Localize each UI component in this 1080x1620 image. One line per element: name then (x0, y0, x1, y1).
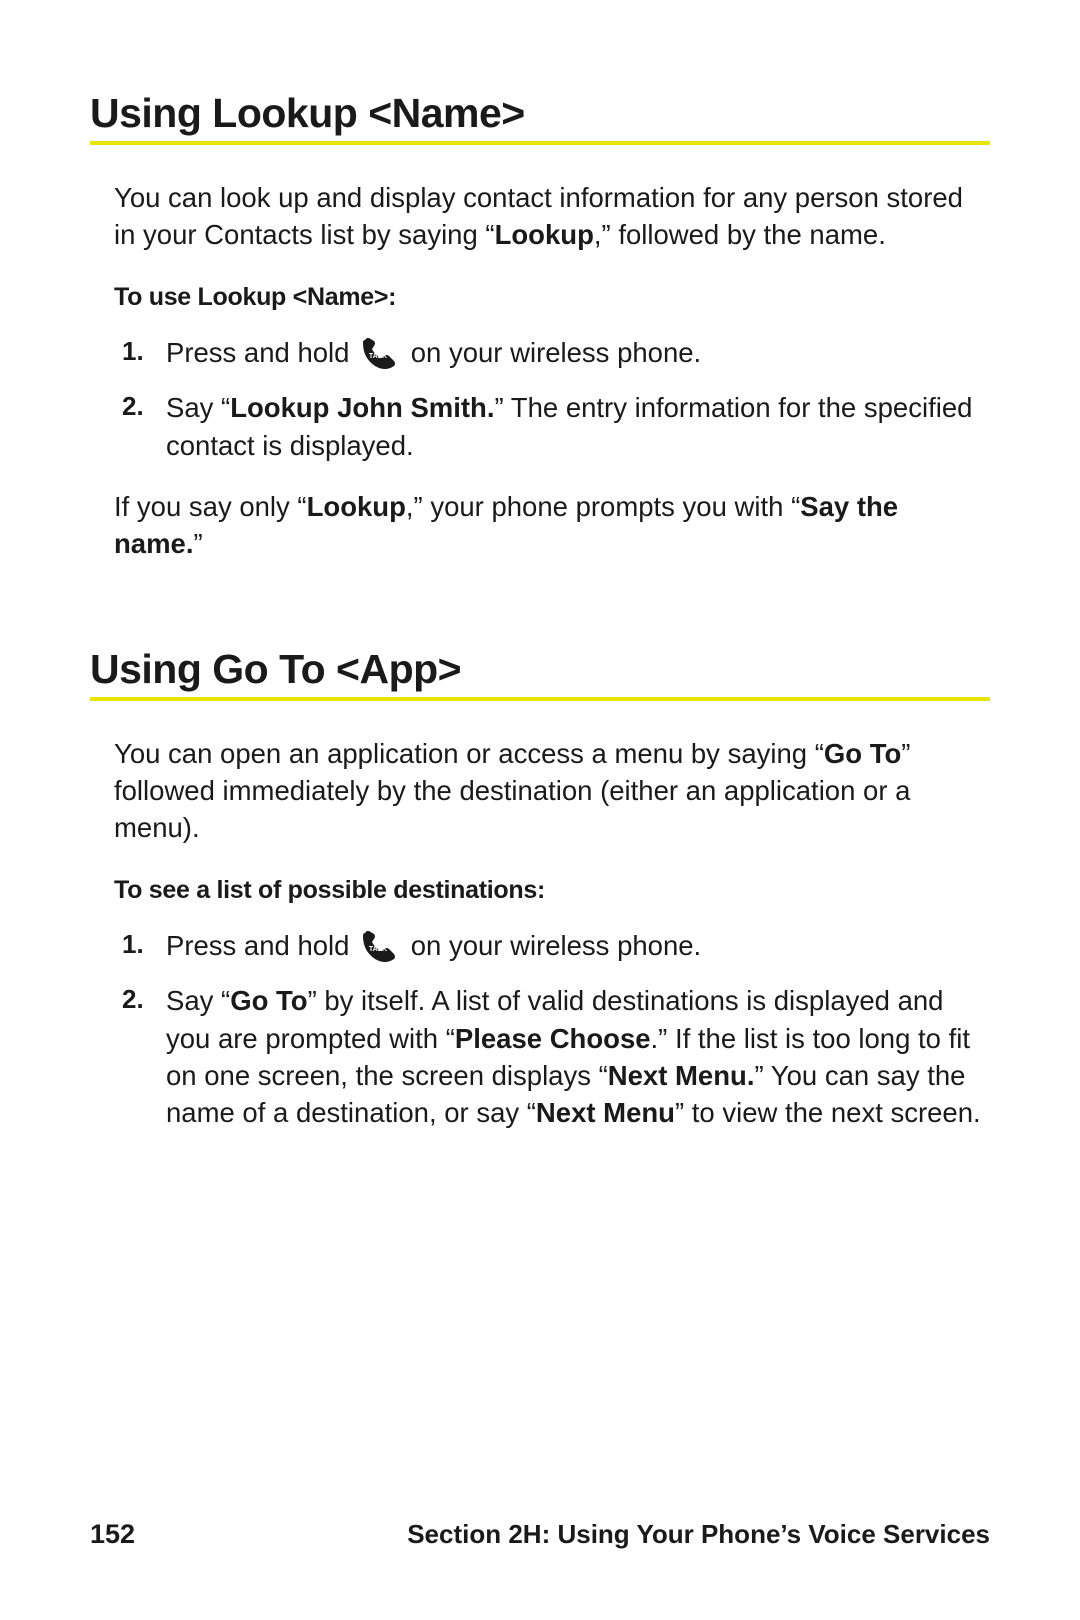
keyword: Please Choose (455, 1023, 651, 1054)
text: ” (193, 528, 202, 559)
heading-divider (90, 697, 990, 701)
talk-icon: TALK (361, 338, 397, 370)
text: If you say only “ (114, 491, 307, 522)
text: ,” followed by the name. (594, 219, 886, 250)
text: Say “ (166, 392, 230, 423)
heading-divider (90, 141, 990, 145)
section1-steps: Press and hold TALK on your wireless pho… (114, 334, 990, 463)
keyword: Next Menu (536, 1097, 675, 1128)
keyword-lookup: Lookup (495, 219, 594, 250)
keyword: Next Menu. (608, 1060, 755, 1091)
text: Press and hold (166, 337, 357, 368)
text: ,” your phone prompts you with “ (406, 491, 800, 522)
talk-icon: TALK (361, 931, 397, 963)
keyword: Go To (230, 985, 307, 1016)
footer-section-title: Section 2H: Using Your Phone’s Voice Ser… (407, 1519, 990, 1550)
keyword-goto: Go To (824, 738, 901, 769)
text: Press and hold (166, 930, 357, 961)
svg-text:TALK: TALK (369, 353, 387, 360)
section1-intro: You can look up and display contact info… (114, 179, 990, 253)
text: on your wireless phone. (403, 930, 701, 961)
text: on your wireless phone. (403, 337, 701, 368)
section-heading-goto: Using Go To <App> (90, 646, 990, 693)
keyword: Lookup (307, 491, 406, 522)
list-item: Press and hold TALK on your wireless pho… (114, 927, 990, 964)
keyword: Lookup John Smith. (230, 392, 494, 423)
section1-subhead: To use Lookup <Name>: (114, 283, 990, 312)
text: Say “ (166, 985, 230, 1016)
page-number: 152 (90, 1519, 135, 1550)
svg-text:TALK: TALK (369, 946, 387, 953)
section2-steps: Press and hold TALK on your wireless pho… (114, 927, 990, 1131)
text: You can open an application or access a … (114, 738, 824, 769)
section2-intro: You can open an application or access a … (114, 735, 990, 846)
section1-followup: If you say only “Lookup,” your phone pro… (114, 488, 990, 562)
text: ” to view the next screen. (675, 1097, 981, 1128)
manual-page: Using Lookup <Name> You can look up and … (0, 0, 1080, 1620)
list-item: Say “Go To” by itself. A list of valid d… (114, 982, 990, 1131)
list-item: Press and hold TALK on your wireless pho… (114, 334, 990, 371)
section2-subhead: To see a list of possible destinations: (114, 876, 990, 905)
list-item: Say “Lookup John Smith.” The entry infor… (114, 389, 990, 463)
section-heading-lookup: Using Lookup <Name> (90, 90, 990, 137)
page-footer: 152 Section 2H: Using Your Phone’s Voice… (90, 1519, 990, 1550)
